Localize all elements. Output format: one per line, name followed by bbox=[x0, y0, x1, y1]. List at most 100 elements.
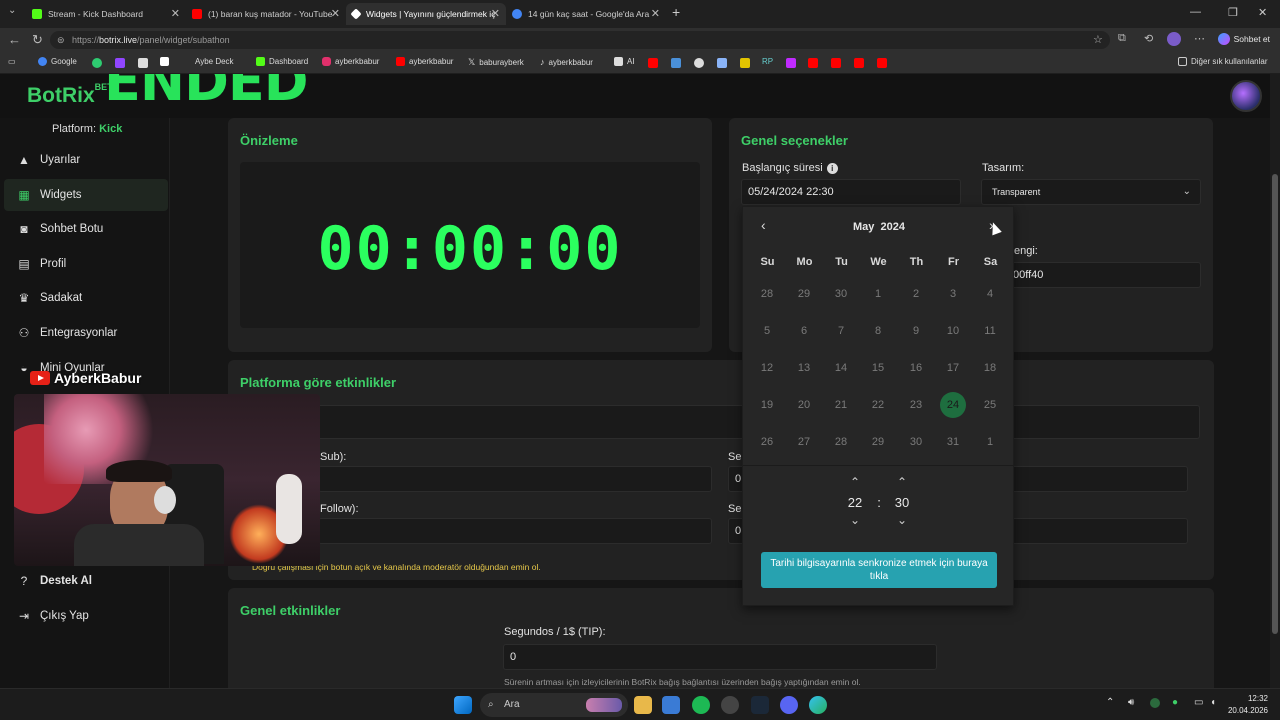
bookmark-icon[interactable] bbox=[740, 58, 750, 68]
page-scrollbar[interactable] bbox=[1270, 74, 1280, 688]
calendar-day[interactable]: 20 bbox=[791, 392, 817, 418]
user-avatar[interactable] bbox=[1230, 80, 1262, 112]
hour-down-icon[interactable]: ⌄ bbox=[840, 513, 870, 527]
tip-seconds-input[interactable]: 0 bbox=[503, 644, 937, 670]
youtube-icon[interactable] bbox=[831, 58, 841, 68]
bookmark-google[interactable]: Google bbox=[38, 57, 77, 66]
minute-up-icon[interactable]: ⌃ bbox=[887, 475, 917, 489]
calendar-day[interactable]: 9 bbox=[903, 318, 929, 344]
file-explorer-icon[interactable] bbox=[634, 696, 652, 714]
tab-list-icon[interactable]: ⌄ bbox=[8, 5, 16, 16]
calendar-day[interactable]: 14 bbox=[828, 355, 854, 381]
calendar-day[interactable]: 23 bbox=[903, 392, 929, 418]
bookmark-ai[interactable]: AI bbox=[614, 57, 635, 66]
tab-google-search[interactable]: 14 gün kaç saat - Google'da Ara ✕ bbox=[506, 3, 666, 25]
calendar-day[interactable]: 29 bbox=[865, 429, 891, 455]
bookmark-aybe-deck[interactable]: Aybe Deck bbox=[160, 57, 234, 66]
discord-icon[interactable] bbox=[780, 696, 798, 714]
bookmark-icon[interactable] bbox=[671, 58, 681, 68]
youtube-icon[interactable] bbox=[648, 58, 658, 68]
calendar-day[interactable]: 2 bbox=[903, 281, 929, 307]
bookmark-icon[interactable] bbox=[786, 58, 796, 68]
design-select[interactable]: Transparent ⌄ bbox=[981, 179, 1201, 205]
calendar-day[interactable]: 27 bbox=[791, 429, 817, 455]
calendar-day[interactable]: 19 bbox=[754, 392, 780, 418]
tray-chevron-icon[interactable]: ⌃ bbox=[1106, 697, 1114, 708]
chat-button[interactable]: Sohbet et bbox=[1217, 33, 1270, 45]
calendar-day[interactable]: 30 bbox=[828, 281, 854, 307]
other-favorites[interactable]: Diğer sık kullanılanlar bbox=[1178, 57, 1267, 66]
tab-kick-dashboard[interactable]: Stream - Kick Dashboard ✕ bbox=[26, 3, 186, 25]
bookmark-icon[interactable] bbox=[138, 58, 148, 68]
calendar-day[interactable]: 12 bbox=[754, 355, 780, 381]
twitch-icon[interactable] bbox=[115, 58, 125, 68]
calendar-day[interactable]: 25 bbox=[977, 392, 1003, 418]
calendar-day[interactable]: 28 bbox=[754, 281, 780, 307]
calendar-day[interactable]: 4 bbox=[977, 281, 1003, 307]
calendar-day[interactable]: 26 bbox=[754, 429, 780, 455]
microphone-icon[interactable]: ● bbox=[1172, 697, 1178, 708]
system-clock[interactable]: 12:32 20.04.2026 bbox=[1228, 693, 1268, 717]
sidebar-item-sadakat[interactable]: ♛ Sadakat bbox=[4, 282, 168, 314]
calendar-day[interactable]: 3 bbox=[940, 281, 966, 307]
network-icon[interactable]: ▭ bbox=[1194, 697, 1203, 708]
calendar-day[interactable]: 18 bbox=[977, 355, 1003, 381]
bookmark-icon[interactable] bbox=[694, 58, 704, 68]
calendar-day[interactable]: 21 bbox=[828, 392, 854, 418]
close-tab-icon[interactable]: ✕ bbox=[171, 7, 180, 20]
follow-seconds-input[interactable] bbox=[318, 518, 712, 544]
profile-icon[interactable] bbox=[1167, 32, 1181, 46]
calendar-day[interactable]: 22 bbox=[865, 392, 891, 418]
url-field[interactable]: ⊜ https://botrix.live/panel/widget/subat… bbox=[50, 31, 1110, 49]
sidebar-item-destek-al[interactable]: ? Destek Al bbox=[4, 565, 168, 597]
site-info-icon[interactable]: ⊜ bbox=[57, 31, 65, 49]
sync-date-button[interactable]: Tarihi bilgisayarınla senkronize etmek i… bbox=[761, 552, 997, 588]
sidebar-item-uyarilar[interactable]: ▲ Uyarılar bbox=[4, 144, 168, 176]
youtube-icon[interactable] bbox=[808, 58, 818, 68]
tab-youtube[interactable]: (1) baran kuş matador - YouTube ✕ bbox=[186, 3, 346, 25]
spotify-icon[interactable] bbox=[692, 696, 710, 714]
bookmark-icon[interactable] bbox=[717, 58, 727, 68]
minute-down-icon[interactable]: ⌄ bbox=[887, 513, 917, 527]
sidebar-item-cikis-yap[interactable]: ⇥ Çıkış Yap bbox=[4, 600, 168, 632]
history-icon[interactable]: ⟲ bbox=[1144, 32, 1153, 45]
calendar-day[interactable]: 8 bbox=[865, 318, 891, 344]
close-tab-icon[interactable]: ✕ bbox=[331, 7, 340, 20]
more-menu-icon[interactable]: ⋯ bbox=[1194, 32, 1205, 45]
sidebar-item-profil[interactable]: ▤ Profil bbox=[4, 248, 168, 280]
start-time-input[interactable]: 05/24/2024 22:30 bbox=[741, 179, 961, 205]
app-icon[interactable] bbox=[721, 696, 739, 714]
calendar-day[interactable]: 11 bbox=[977, 318, 1003, 344]
youtube-icon[interactable] bbox=[854, 58, 864, 68]
calendar-day[interactable]: 17 bbox=[940, 355, 966, 381]
bookmark-dashboard[interactable]: Dashboard bbox=[256, 57, 308, 66]
close-tab-icon[interactable]: ✕ bbox=[491, 7, 500, 20]
tab-botrix-widgets[interactable]: Widgets | Yayınını güçlendirmek iç ✕ bbox=[346, 3, 506, 25]
calendar-day[interactable]: 6 bbox=[791, 318, 817, 344]
tray-app-icon[interactable] bbox=[1150, 698, 1160, 708]
calendar-day[interactable]: 10 bbox=[940, 318, 966, 344]
calendar-day[interactable]: 5 bbox=[754, 318, 780, 344]
calendar-day[interactable]: 30 bbox=[903, 429, 929, 455]
color-input[interactable]: 00ff40 bbox=[1009, 262, 1201, 288]
minimize-icon[interactable]: — bbox=[1190, 6, 1201, 18]
speaker-icon[interactable]: ◖ bbox=[1210, 697, 1216, 708]
info-icon[interactable]: i bbox=[826, 163, 838, 174]
sidebar-item-entegrasyonlar[interactable]: ⚇ Entegrasyonlar bbox=[4, 317, 168, 349]
calendar-day[interactable]: 7 bbox=[828, 318, 854, 344]
sidebar-item-widgets[interactable]: ▦ Widgets bbox=[4, 179, 168, 211]
sidebar-item-sohbet-botu[interactable]: ◙ Sohbet Botu bbox=[4, 213, 168, 245]
bookmark-tiktok[interactable]: ♪ ayberkbabur bbox=[540, 57, 593, 67]
calendar-day[interactable]: 13 bbox=[791, 355, 817, 381]
back-icon[interactable]: ← bbox=[8, 32, 21, 47]
calendar-day[interactable]: 28 bbox=[828, 429, 854, 455]
calendar-day[interactable]: 24 bbox=[940, 392, 966, 418]
hour-up-icon[interactable]: ⌃ bbox=[840, 475, 870, 489]
calendar-day[interactable]: 16 bbox=[903, 355, 929, 381]
sub-seconds-input[interactable] bbox=[318, 466, 712, 492]
close-window-icon[interactable]: ✕ bbox=[1258, 6, 1267, 19]
bookmark-rp[interactable]: RP bbox=[762, 57, 773, 66]
photos-icon[interactable] bbox=[662, 696, 680, 714]
windows-start-icon[interactable] bbox=[454, 696, 472, 714]
bookmarks-menu-icon[interactable]: ▭ bbox=[8, 57, 16, 66]
